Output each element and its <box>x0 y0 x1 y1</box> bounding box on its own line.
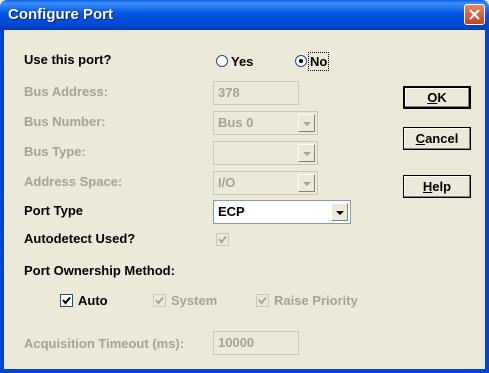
cancel-button[interactable]: Cancel <box>403 127 471 150</box>
radio-yes[interactable] <box>216 55 228 67</box>
auto-checkbox[interactable] <box>60 294 73 307</box>
port-type-select[interactable]: ECP <box>213 200 351 224</box>
ok-button[interactable]: OK <box>403 86 471 109</box>
address-space-select[interactable]: I/O <box>213 171 318 195</box>
port-type-label: Port Type <box>24 203 83 218</box>
help-button[interactable]: Help <box>403 175 471 198</box>
checkmark-icon <box>155 296 164 305</box>
port-type-value: ECP <box>218 204 245 219</box>
timeout-field[interactable]: 10000 <box>213 331 299 355</box>
bus-address-field[interactable]: 378 <box>213 81 299 105</box>
bus-number-dropdown-button[interactable] <box>298 114 315 132</box>
autodetect-label: Autodetect Used? <box>24 231 136 246</box>
port-type-dropdown-button[interactable] <box>331 203 348 221</box>
radio-no[interactable] <box>295 55 307 67</box>
checkmark-icon <box>258 296 267 305</box>
checkmark-icon <box>218 235 227 244</box>
bus-number-select[interactable]: Bus 0 <box>213 111 318 135</box>
title-bar[interactable]: Configure Port <box>0 0 489 30</box>
chevron-down-icon <box>336 211 344 215</box>
window-frame-left <box>0 30 4 373</box>
ok-label: K <box>437 90 447 105</box>
address-space-dropdown-button[interactable] <box>298 174 315 192</box>
radio-yes-label[interactable]: Yes <box>231 54 253 69</box>
window-frame-right <box>485 30 489 373</box>
window-frame-bottom <box>0 369 489 373</box>
bus-address-label: Bus Address: <box>24 84 109 99</box>
window-title: Configure Port <box>8 6 113 23</box>
chevron-down-icon <box>303 152 311 156</box>
help-mnemonic: H <box>422 179 433 194</box>
close-icon <box>469 9 480 20</box>
address-space-value: I/O <box>218 175 236 190</box>
cancel-label: ancel <box>425 131 459 146</box>
cancel-mnemonic: C <box>415 131 426 146</box>
raise-priority-checkbox[interactable] <box>256 294 269 307</box>
bus-type-label: Bus Type: <box>24 144 86 159</box>
ownership-label: Port Ownership Method: <box>24 263 175 278</box>
bus-number-value: Bus 0 <box>218 115 254 130</box>
radio-no-label[interactable]: No <box>307 52 330 71</box>
chevron-down-icon <box>303 182 311 186</box>
ok-mnemonic: O <box>427 90 438 105</box>
bus-type-dropdown-button[interactable] <box>298 144 315 162</box>
checkmark-icon <box>62 296 71 305</box>
bus-type-select[interactable] <box>213 141 318 165</box>
auto-checkbox-label[interactable]: Auto <box>78 293 108 308</box>
address-space-label: Address Space: <box>24 174 123 189</box>
use-port-label: Use this port? <box>24 52 112 67</box>
bus-number-label: Bus Number: <box>24 114 106 129</box>
autodetect-checkbox[interactable] <box>216 233 229 246</box>
system-checkbox-label[interactable]: System <box>171 293 217 308</box>
timeout-label: Acquisition Timeout (ms): <box>24 336 185 351</box>
help-label: elp <box>432 179 452 194</box>
chevron-down-icon <box>303 122 311 126</box>
close-button[interactable] <box>464 4 485 25</box>
system-checkbox[interactable] <box>153 294 166 307</box>
raise-priority-checkbox-label[interactable]: Raise Priority <box>274 293 358 308</box>
